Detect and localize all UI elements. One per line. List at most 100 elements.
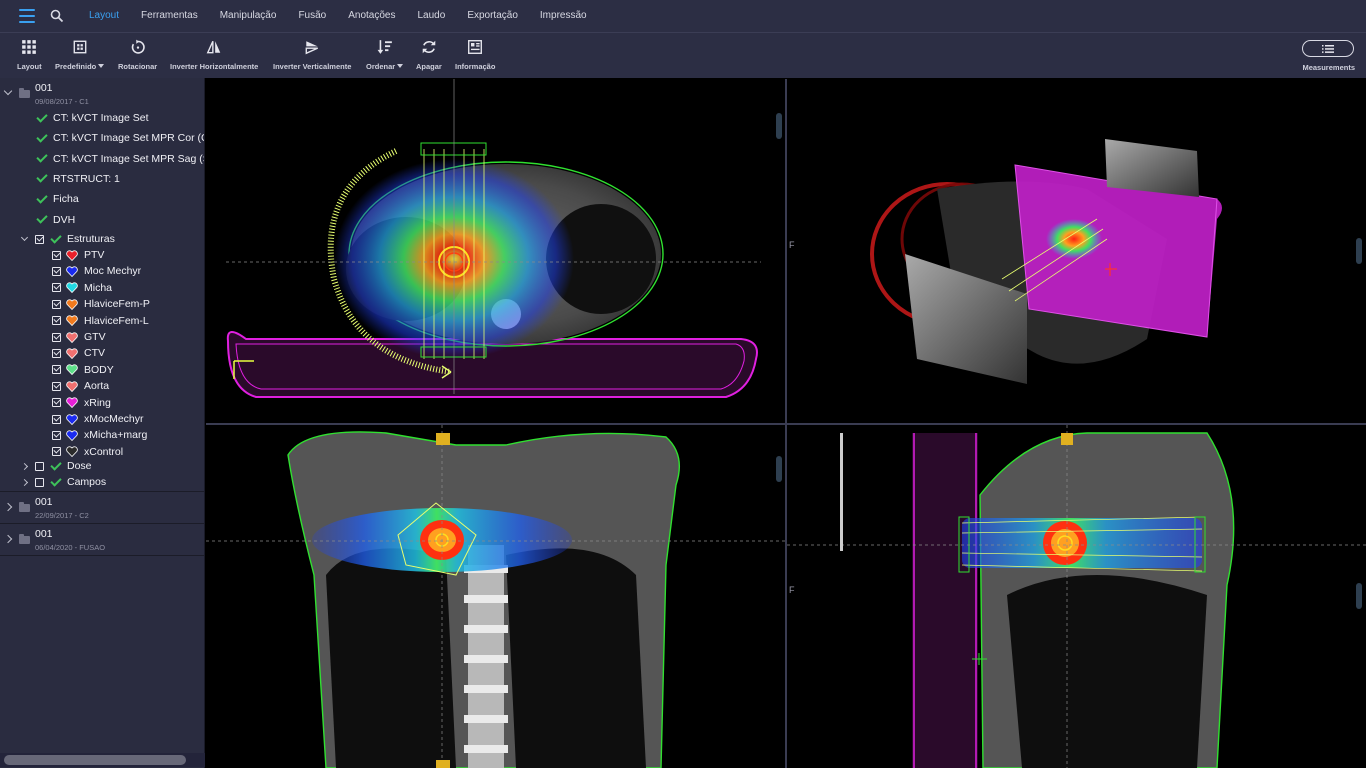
check-icon	[36, 171, 48, 184]
series-item[interactable]: DVH	[0, 212, 204, 228]
chevron-down-icon[interactable]	[20, 233, 29, 242]
layout-button[interactable]: Layout	[17, 39, 42, 71]
estruturas-label: Estruturas	[67, 233, 115, 245]
check-icon	[36, 110, 48, 123]
apagar-button[interactable]: Apagar	[416, 39, 442, 71]
sagittal-viewport[interactable]: F	[787, 425, 1366, 768]
estruturas-group[interactable]: Estruturas	[0, 231, 204, 247]
structure-checkbox[interactable]	[52, 266, 61, 276]
structure-checkbox[interactable]	[52, 283, 61, 293]
study-subtitle: 22/09/2017 - C2	[35, 511, 89, 520]
campos-group[interactable]: Campos	[0, 474, 204, 490]
structure-color-icon	[66, 430, 78, 441]
structure-checkbox[interactable]	[52, 398, 61, 408]
coronal-slice-scrollbar[interactable]	[776, 456, 782, 482]
sidebar-horizontal-scrollbar[interactable]	[0, 753, 205, 767]
grid-icon	[22, 40, 37, 54]
scrollbar-thumb[interactable]	[4, 755, 186, 765]
top-menu-bar: Layout Ferramentas Manipulação Fusão Anotaçõ…	[0, 0, 1366, 32]
structure-label: Aorta	[84, 380, 110, 393]
chevron-right-icon[interactable]	[20, 462, 29, 470]
3d-scrollbar[interactable]	[1356, 238, 1362, 264]
ordenar-button[interactable]: Ordenar	[366, 39, 404, 71]
structure-item-moc-mechyr[interactable]: Moc Mechyr	[0, 263, 204, 279]
menu-item-laudo[interactable]: Laudo	[407, 0, 457, 32]
dose-group-checkbox[interactable]	[35, 461, 44, 471]
menu-item-fus-o[interactable]: Fusão	[287, 0, 337, 32]
structure-item-aorta[interactable]: Aorta	[0, 378, 204, 394]
structure-checkbox[interactable]	[52, 365, 61, 375]
series-item[interactable]: CT: kVCT Image Set MPR Sag (Sa	[0, 151, 204, 167]
structure-checkbox[interactable]	[52, 299, 61, 309]
structure-item-ptv[interactable]: PTV	[0, 247, 204, 263]
menu-item-exporta-o[interactable]: Exportação	[456, 0, 529, 32]
measurements-button[interactable]	[1302, 40, 1354, 57]
inverter-horizontalmente-button[interactable]: Inverter Horizontalmente	[170, 39, 258, 71]
series-item[interactable]: RTSTRUCT: 1	[0, 171, 204, 187]
chevron-down-icon[interactable]	[3, 86, 13, 96]
study-title: 001	[35, 528, 53, 540]
axial-ct-image	[226, 79, 761, 398]
menu-item-ferramentas[interactable]: Ferramentas	[130, 0, 209, 32]
chevron-right-icon[interactable]	[3, 534, 13, 544]
study-001-c2[interactable]: 001 22/09/2017 - C2	[0, 491, 204, 524]
chevron-down-icon	[98, 64, 105, 68]
dose-group[interactable]: Dose	[0, 458, 204, 474]
coronal-viewport[interactable]	[206, 425, 785, 768]
3d-viewport[interactable]: F	[787, 79, 1366, 423]
structure-checkbox[interactable]	[52, 348, 61, 358]
structure-checkbox[interactable]	[52, 430, 61, 440]
axial-viewport[interactable]	[206, 79, 785, 423]
sagittal-slice-scrollbar[interactable]	[1356, 583, 1362, 609]
structure-item-ctv[interactable]: CTV	[0, 345, 204, 361]
structure-checkbox[interactable]	[52, 316, 61, 326]
structure-label: HlaviceFem-P	[84, 298, 150, 311]
structure-item-xmicha-marg[interactable]: xMicha+marg	[0, 427, 204, 443]
chevron-right-icon[interactable]	[3, 502, 13, 512]
study-001-c1[interactable]: 001 09/08/2017 - C1	[0, 78, 204, 108]
hamburger-icon[interactable]	[19, 9, 35, 23]
structure-label: xControl	[84, 445, 124, 458]
coronal-ct-image	[206, 425, 785, 768]
series-label: DVH	[53, 213, 76, 226]
series-item[interactable]: CT: kVCT Image Set MPR Cor (Co	[0, 130, 205, 146]
informacao-button[interactable]: Informação	[455, 39, 495, 71]
structure-item-hlavicefem-l[interactable]: HlaviceFem-L	[0, 313, 204, 329]
search-icon[interactable]	[50, 9, 64, 23]
structure-label: xMocMechyr	[84, 413, 144, 425]
structure-item-gtv[interactable]: GTV	[0, 329, 204, 345]
estruturas-checkbox[interactable]	[35, 234, 44, 244]
menu-item-layout[interactable]: Layout	[78, 0, 130, 32]
refresh-icon	[422, 40, 436, 54]
axial-slice-scrollbar[interactable]	[776, 113, 782, 139]
menu-item-manipula-o[interactable]: Manipulação	[209, 0, 288, 32]
structure-item-hlavicefem-p[interactable]: HlaviceFem-P	[0, 296, 204, 312]
rotacionar-button[interactable]: Rotacionar	[118, 39, 157, 71]
chevron-right-icon[interactable]	[20, 478, 29, 486]
structure-label: xRing	[84, 396, 111, 409]
structure-item-xring[interactable]: xRing	[0, 395, 204, 411]
series-label: CT: kVCT Image Set MPR Cor (Co	[53, 132, 205, 145]
study-001-fusao[interactable]: 001 06/04/2020 - FUSAO	[0, 524, 204, 556]
structure-checkbox[interactable]	[52, 414, 61, 424]
structure-checkbox[interactable]	[52, 447, 61, 457]
structure-item-micha[interactable]: Micha	[0, 280, 204, 296]
orientation-marker: F	[789, 240, 795, 250]
structure-label: HlaviceFem-L	[84, 314, 149, 327]
menu-item-anota-es[interactable]: Anotações	[337, 0, 406, 32]
menu-item-impress-o[interactable]: Impressão	[529, 0, 598, 32]
structure-label: GTV	[84, 331, 106, 343]
series-tree-panel: 001 09/08/2017 - C1 CT: kVCT Image Set CT…	[0, 78, 205, 768]
series-item[interactable]: Ficha	[0, 191, 204, 207]
structure-checkbox[interactable]	[52, 381, 61, 391]
campos-group-checkbox[interactable]	[35, 477, 44, 487]
study-title: 001	[35, 82, 53, 94]
structure-item-body[interactable]: BODY	[0, 362, 204, 378]
series-label: CT: kVCT Image Set	[53, 112, 149, 124]
structure-checkbox[interactable]	[52, 250, 61, 260]
structure-checkbox[interactable]	[52, 332, 61, 342]
predefinido-button[interactable]: Predefinido	[55, 39, 105, 71]
structure-item-xmocmechyr[interactable]: xMocMechyr	[0, 411, 204, 427]
inverter-verticalmente-button[interactable]: Inverter Verticalmente	[273, 39, 351, 71]
series-item[interactable]: CT: kVCT Image Set	[0, 110, 204, 126]
